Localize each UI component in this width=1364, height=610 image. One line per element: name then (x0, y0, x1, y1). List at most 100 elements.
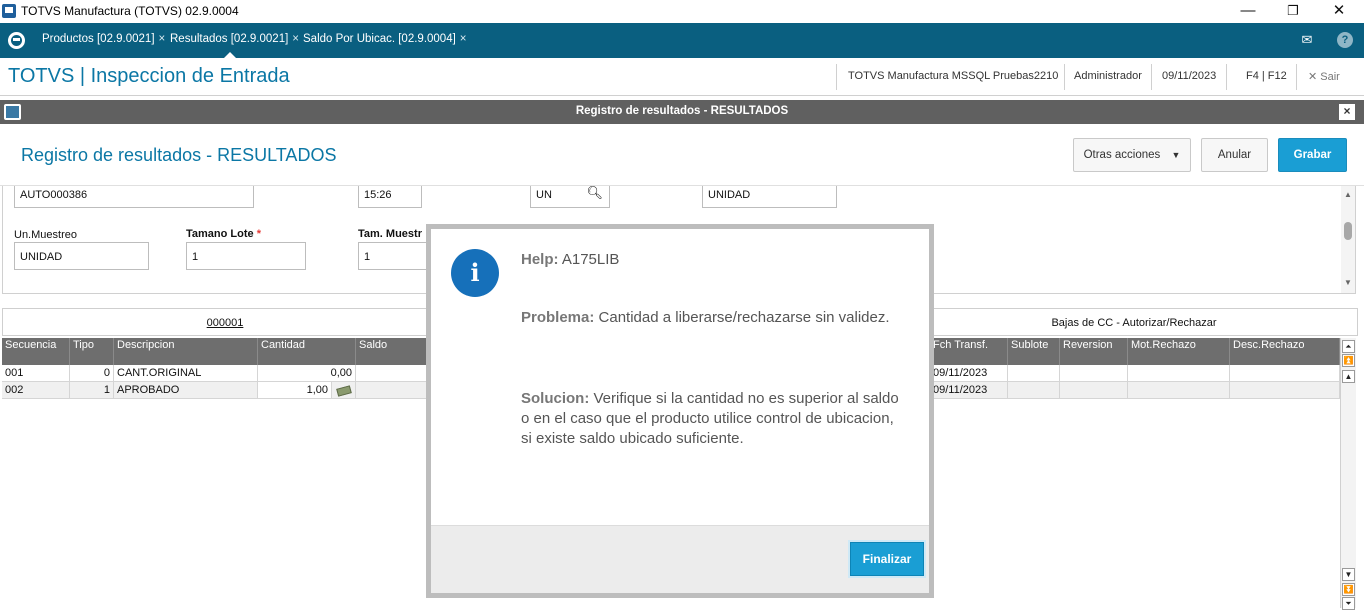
col-header-cantidad[interactable]: Cantidad (258, 338, 356, 365)
table-cell[interactable] (356, 382, 428, 399)
minimize-button[interactable]: — (1225, 1, 1271, 21)
help-code: A175LIB (561, 251, 620, 268)
table-cell[interactable]: 1 (70, 382, 114, 399)
unit-value: UN (536, 189, 552, 201)
other-actions-label: Otras acciones (1083, 149, 1161, 161)
exit-label: Sair (1320, 71, 1340, 83)
tab-productos[interactable]: Productos [02.9.0021] × (42, 33, 165, 45)
save-button[interactable]: Grabar (1278, 138, 1347, 172)
col-header-tipo[interactable]: Tipo (70, 338, 114, 365)
tab-saldo-por-ubicac[interactable]: Saldo Por Ubicac. [02.9.0004] × (303, 33, 467, 45)
folder-tab-bajas-cc[interactable]: Bajas de CC - Autorizar/Rechazar (910, 308, 1358, 336)
date-label: 09/11/2023 (1162, 70, 1217, 82)
scroll-page-down-icon[interactable]: ⏬ (1342, 583, 1355, 596)
table-cell[interactable]: 0 (70, 365, 114, 382)
app-window-icon (2, 4, 16, 18)
tab-label: Productos [02.9.0021] (42, 33, 155, 45)
folder-tab-000001[interactable]: 000001 (2, 308, 448, 336)
tab-label: Resultados [02.9.0021] (170, 33, 289, 45)
table-cell[interactable]: APROBADO (114, 382, 258, 399)
table-cell[interactable] (1230, 365, 1340, 382)
table-cell[interactable] (1008, 382, 1060, 399)
tab-close-icon[interactable]: × (159, 33, 166, 45)
totvs-logo-icon[interactable] (8, 32, 25, 49)
tab-close-icon[interactable]: × (292, 33, 299, 45)
quantity-edit-cell[interactable]: 1,00 (258, 382, 332, 399)
info-icon: i (451, 249, 499, 297)
grid-scrollbar[interactable]: ⏶ ⏫ ▲ ▼ ⏬ ⏷ (1340, 338, 1356, 610)
finalizar-button[interactable]: Finalizar (850, 542, 924, 576)
code-field[interactable]: AUTO000386 (14, 186, 254, 208)
unit-field[interactable]: UN 🔍︎ (530, 186, 610, 208)
app-header: TOTVS | Inspeccion de Entrada TOTVS Manu… (0, 58, 1364, 96)
solution-label: Solucion: (521, 390, 590, 407)
user-label: Administrador (1074, 70, 1142, 82)
window-close-button[interactable]: ✕ (1316, 1, 1362, 21)
tab-close-icon[interactable]: × (460, 33, 467, 45)
problem-line: Problema: Cantidad a liberarse/rechazars… (521, 308, 911, 328)
exit-icon: ✕ (1308, 71, 1318, 83)
table-cell[interactable] (1008, 365, 1060, 382)
search-icon[interactable]: 🔍︎ (586, 186, 603, 201)
lot-size-field[interactable]: 1 (186, 242, 306, 270)
tab-resultados[interactable]: Resultados [02.9.0021] × (170, 33, 299, 45)
dialog-close-button[interactable]: × (1339, 104, 1355, 120)
scroll-thumb[interactable] (1344, 222, 1352, 240)
header-divider (1226, 64, 1227, 90)
table-cell[interactable] (1060, 365, 1128, 382)
table-cell[interactable] (1230, 382, 1340, 399)
mail-icon[interactable]: ✉ (1299, 32, 1315, 48)
window-titlebar: TOTVS Manufactura (TOTVS) 02.9.0004 — ❐ … (0, 0, 1364, 23)
scroll-page-up-icon[interactable]: ⏫ (1342, 354, 1355, 367)
scroll-down-icon[interactable]: ▼ (1344, 278, 1352, 287)
form-header: Registro de resultados - RESULTADOS Otra… (0, 124, 1364, 186)
sample-unit-field[interactable]: UNIDAD (14, 242, 149, 270)
col-header-descripcion[interactable]: Descripcion (114, 338, 258, 365)
other-actions-button[interactable]: Otras acciones ▼ (1073, 138, 1191, 172)
table-cell[interactable] (356, 365, 428, 382)
header-divider (1296, 64, 1297, 90)
environment-label: TOTVS Manufactura MSSQL Pruebas2210 (848, 70, 1059, 82)
scroll-bottom-icon[interactable]: ⏷ (1342, 597, 1355, 610)
lot-size-label: Tamano Lote * (186, 228, 261, 240)
problem-label: Problema: (521, 309, 595, 326)
table-cell[interactable]: CANT.ORIGINAL (114, 365, 258, 382)
scroll-top-icon[interactable]: ⏶ (1342, 340, 1355, 353)
help-dialog-footer: Finalizar (431, 525, 929, 593)
app-title: TOTVS | Inspeccion de Entrada (8, 65, 290, 87)
table-cell[interactable]: 09/11/2023 (930, 382, 1008, 399)
table-cell[interactable] (1128, 365, 1230, 382)
money-icon[interactable] (332, 382, 356, 399)
table-cell[interactable]: 0,00 (258, 365, 356, 382)
table-cell[interactable] (1128, 382, 1230, 399)
dialog-bar-title: Registro de resultados - RESULTADOS (575, 105, 789, 117)
table-cell[interactable] (1060, 382, 1128, 399)
help-icon[interactable]: ? (1337, 32, 1353, 48)
col-header-saldo[interactable]: Saldo (356, 338, 428, 365)
help-line: Help: A175LIB (521, 250, 911, 270)
header-divider (1151, 64, 1152, 90)
time-field[interactable]: 15:26 (358, 186, 422, 208)
col-header-sublote[interactable]: Sublote (1008, 338, 1060, 365)
table-cell[interactable]: 002 (2, 382, 70, 399)
col-header-fch-transf[interactable]: Fch Transf. (930, 338, 1008, 365)
help-dialog-body: i Help: A175LIB Problema: Cantidad a lib… (431, 229, 929, 593)
required-marker: * (256, 228, 261, 240)
col-header-mot-rechazo[interactable]: Mot.Rechazo (1128, 338, 1230, 365)
shortcuts-label[interactable]: F4 | F12 (1246, 70, 1287, 82)
scroll-up-icon[interactable]: ▲ (1344, 190, 1352, 199)
restore-button[interactable]: ❐ (1270, 1, 1316, 21)
problem-text: Cantidad a liberarse/rechazarse sin vali… (598, 309, 890, 326)
col-header-secuencia[interactable]: Secuencia (2, 338, 70, 365)
table-cell[interactable]: 09/11/2023 (930, 365, 1008, 382)
scroll-up-icon[interactable]: ▲ (1342, 370, 1355, 383)
unit-description-field[interactable]: UNIDAD (702, 186, 837, 208)
cancel-button[interactable]: Anular (1201, 138, 1268, 172)
col-header-desc-rechazo[interactable]: Desc.Rechazo (1230, 338, 1340, 365)
tab-label: Saldo Por Ubicac. [02.9.0004] (303, 33, 456, 45)
exit-button[interactable]: ✕ Sair (1308, 70, 1340, 83)
col-header-reversion[interactable]: Reversion (1060, 338, 1128, 365)
form-scrollbar[interactable]: ▲ ▼ (1341, 186, 1355, 293)
scroll-down-icon[interactable]: ▼ (1342, 568, 1355, 581)
table-cell[interactable]: 001 (2, 365, 70, 382)
